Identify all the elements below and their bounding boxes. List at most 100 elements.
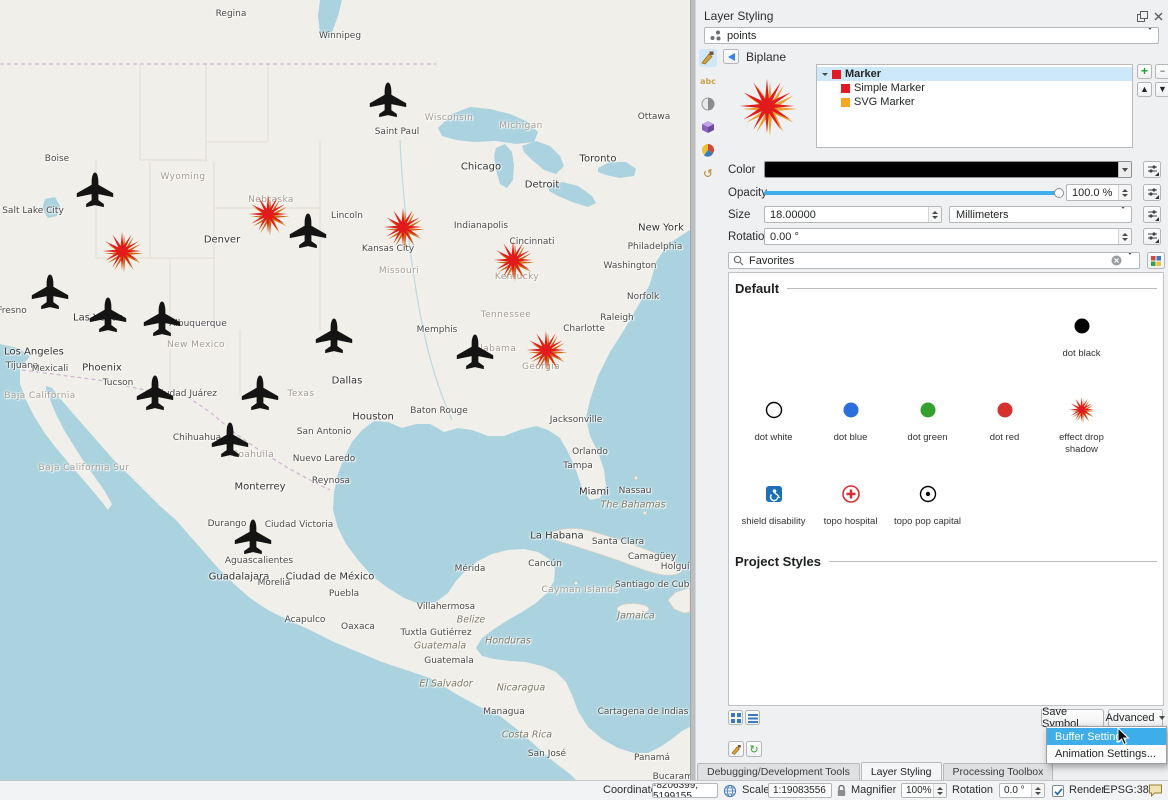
style-item-label: dot white: [754, 432, 792, 444]
style-item-dot-black[interactable]: dot black: [1043, 298, 1120, 382]
clear-search-icon[interactable]: [1111, 255, 1122, 266]
labels-icon[interactable]: abc: [699, 72, 717, 90]
extents-globe-icon[interactable]: [723, 784, 737, 798]
map-label-kentucky: Kentucky: [495, 272, 539, 282]
messages-icon[interactable]: [1148, 783, 1163, 797]
style-item-effect-drop-shadow[interactable]: effect drop shadow: [1043, 382, 1120, 466]
move-layer-up-button[interactable]: ▲: [1137, 82, 1152, 97]
map-label-new-mexico: New Mexico: [167, 340, 225, 350]
styling-icon-strip: abc ↺: [697, 49, 718, 182]
scale-value: 1:19083556: [773, 785, 826, 796]
style-item-icon: [761, 388, 787, 432]
color-swatch: [765, 162, 1118, 177]
map-label-ciudad-de-m-xico: Ciudad de México: [286, 572, 375, 583]
save-symbol-button[interactable]: Save Symbol...: [1041, 709, 1104, 727]
back-arrow-icon: [728, 53, 735, 61]
apply-style-button[interactable]: ↻: [746, 741, 762, 757]
style-item-label: dot black: [1062, 348, 1100, 360]
scale-lock-icon[interactable]: [836, 784, 847, 797]
live-update-button[interactable]: [728, 741, 744, 757]
tree-item-simple-marker[interactable]: Simple Marker: [817, 81, 1132, 95]
data-defined-rotation-button[interactable]: [1143, 228, 1161, 245]
scale-combobox[interactable]: 1:19083556: [768, 783, 832, 798]
map-label-fresno: Fresno: [0, 306, 27, 316]
style-item-dot-green[interactable]: dot green: [889, 382, 966, 466]
style-item-icon: [838, 388, 864, 432]
opacity-slider[interactable]: [764, 191, 1059, 195]
magnifier-spinbox[interactable]: 100%: [901, 783, 947, 798]
menu-item-animation-settings[interactable]: Animation Settings...: [1047, 745, 1166, 762]
remove-symbol-layer-button[interactable]: −: [1155, 64, 1168, 79]
style-section-line: [787, 288, 1157, 289]
tree-item-marker[interactable]: Marker: [817, 67, 1132, 81]
icon-view-button[interactable]: [728, 710, 743, 725]
expander-icon[interactable]: [822, 73, 828, 76]
magnifier-label: Magnifier: [851, 784, 896, 796]
style-manager-button[interactable]: [1147, 252, 1165, 269]
map-label-cartagena-de-indias: Cartagena de Indias: [598, 707, 689, 717]
svg-text:abc: abc: [700, 77, 716, 86]
style-item-icon: [992, 388, 1018, 432]
search-icon: [733, 255, 744, 266]
map-canvas[interactable]: ReginaWinnipegSaint PaulWisconsinMichiga…: [0, 0, 690, 780]
size-unit-combobox[interactable]: Millimeters: [949, 206, 1132, 223]
style-item-dot-blue[interactable]: dot blue: [812, 382, 889, 466]
float-panel-icon[interactable]: [1136, 10, 1149, 23]
filter-dropdown-icon[interactable]: [1127, 255, 1135, 267]
history-icon[interactable]: ↺: [699, 164, 717, 182]
symbology-icon[interactable]: [699, 49, 717, 67]
style-item-dot-red[interactable]: dot red: [966, 382, 1043, 466]
layer-selector-value: points: [727, 30, 756, 42]
3d-view-icon[interactable]: [699, 118, 717, 136]
rotation-spinbox[interactable]: 0.00 °: [764, 228, 1132, 245]
map-label-saint-paul: Saint Paul: [375, 127, 420, 137]
style-section-line: [829, 561, 1157, 562]
style-item-icon: [915, 388, 941, 432]
style-item-topo-pop-capital[interactable]: topo pop capital: [889, 466, 966, 550]
data-defined-size-button[interactable]: [1143, 206, 1161, 223]
diagrams-icon[interactable]: [699, 141, 717, 159]
move-layer-down-button[interactable]: ▼: [1155, 82, 1168, 97]
tree-item-svg-marker[interactable]: SVG Marker: [817, 95, 1132, 109]
opacity-spinbox[interactable]: 100.0 %: [1066, 184, 1132, 201]
color-dropdown-icon[interactable]: [1118, 162, 1131, 177]
layer-styling-panel: Layer Styling points abc↺ Biplane Mark: [696, 0, 1168, 780]
back-button[interactable]: [723, 49, 739, 64]
advanced-button[interactable]: Advanced: [1108, 709, 1163, 727]
rotation-status-spinbox[interactable]: 0.0 °: [999, 783, 1045, 798]
style-item-shield-disability[interactable]: shield disability: [735, 466, 812, 550]
data-defined-color-button[interactable]: [1143, 161, 1161, 178]
map-label-lincoln: Lincoln: [331, 211, 363, 221]
style-browser: Defaultdot blackdot whitedot bluedot gre…: [728, 272, 1164, 706]
map-label-texas: Texas: [288, 389, 315, 399]
menu-item-buffer-settings[interactable]: Buffer Settings: [1047, 728, 1166, 745]
map-label-baton-rouge: Baton Rouge: [410, 406, 468, 416]
size-spinbox[interactable]: 18.00000: [764, 206, 942, 223]
tab-processing-toolbox[interactable]: Processing Toolbox: [943, 763, 1054, 780]
tab-debugging-development-tools[interactable]: Debugging/Development Tools: [697, 763, 860, 780]
map-label-nicaragua: Nicaragua: [497, 683, 545, 694]
style-item-topo-hospital[interactable]: topo hospital: [812, 466, 889, 550]
mask-icon[interactable]: [699, 95, 717, 113]
data-defined-opacity-button[interactable]: [1143, 184, 1161, 201]
color-button[interactable]: [764, 161, 1132, 178]
bottom-tab-bar: Debugging/Development ToolsLayer Styling…: [697, 762, 1053, 780]
map-label-las-vegas: Las Vegas: [73, 313, 123, 324]
size-label: Size: [728, 209, 750, 221]
style-item-dot-white[interactable]: dot white: [735, 382, 812, 466]
tab-layer-styling[interactable]: Layer Styling: [861, 762, 942, 780]
list-view-button[interactable]: [745, 710, 760, 725]
opacity-slider-handle[interactable]: [1054, 188, 1064, 198]
style-search-input[interactable]: Favorites: [728, 252, 1140, 269]
render-checkbox[interactable]: [1052, 785, 1064, 797]
advanced-dropdown-icon: [1159, 716, 1165, 720]
size-value: 18.00000: [770, 209, 816, 221]
coordinate-field[interactable]: -8206399, 5199155: [652, 783, 718, 798]
close-panel-icon[interactable]: [1152, 10, 1165, 23]
map-label-chihuahua: Chihuahua: [173, 433, 221, 443]
layer-selector[interactable]: points: [704, 27, 1159, 44]
map-label-managua: Managua: [483, 707, 524, 717]
add-symbol-layer-button[interactable]: +: [1137, 64, 1152, 79]
map-label-tijuana: Tijuana: [6, 361, 39, 371]
style-item-label: effect drop shadow: [1046, 432, 1118, 457]
